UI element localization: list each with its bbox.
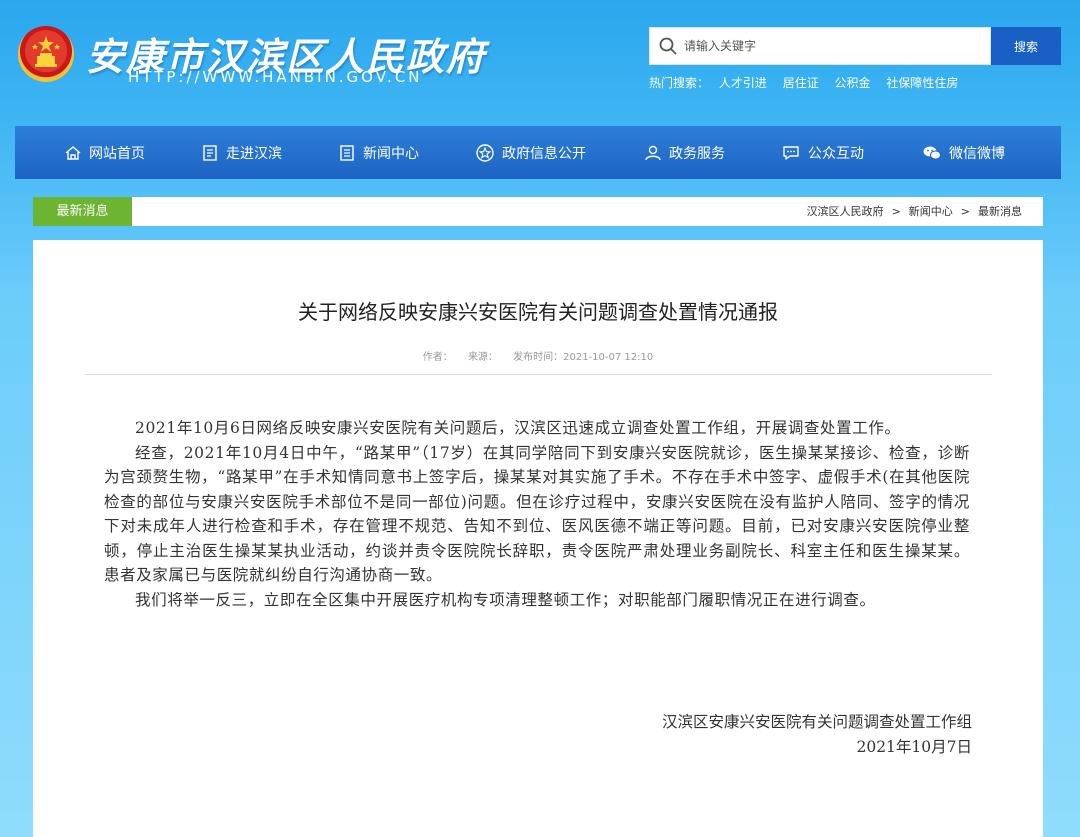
breadcrumb-separator: > — [891, 205, 901, 218]
nav-item-services[interactable]: 政务服务 — [644, 126, 725, 179]
chat-icon — [783, 145, 799, 160]
breadcrumb-link[interactable]: 新闻中心 — [909, 205, 953, 218]
nav-item-gov-info[interactable]: 政府信息公开 — [475, 126, 586, 179]
document-icon — [203, 144, 217, 161]
hot-search-link[interactable]: 人才引进 — [719, 76, 767, 90]
hot-search-link[interactable]: 公积金 — [835, 76, 871, 90]
article-title: 关于网络反映安康兴安医院有关问题调查处置情况通报 — [298, 300, 778, 324]
main-nav: 网站首页 走进汉滨 新闻中心 政府信息公开 政务服务 公众互动 微信微博 — [15, 126, 1061, 179]
article-meta: 作者： 来源： 发布时间：2021-10-07 12:10 — [33, 348, 1043, 363]
nav-label: 微信微博 — [949, 145, 1005, 162]
wechat-icon — [923, 146, 941, 159]
breadcrumb-bar: 最新消息 汉滨区人民政府 > 新闻中心 > 最新消息 — [33, 197, 1043, 226]
article-date: 发布时间：2021-10-07 12:10 — [513, 352, 654, 363]
home-icon — [65, 145, 81, 160]
article-paragraph: 我们将举一反三，立即在全区集中开展医疗机构专项清理整顿工作；对职能部门履职情况正… — [135, 590, 876, 609]
site-header: 安康市汉滨区人民政府 HTTP://WWW.HANBIN.GOV.CN 搜索 热… — [0, 0, 1080, 126]
section-tag: 最新消息 — [33, 197, 132, 226]
search-button[interactable]: 搜索 — [991, 27, 1061, 65]
hot-search: 热门搜索： 人才引进 居住证 公积金 社保障性住房 — [649, 74, 970, 91]
divider — [85, 374, 991, 375]
nav-label: 政府信息公开 — [502, 145, 586, 162]
search-box — [649, 27, 991, 65]
nav-label: 走进汉滨 — [226, 145, 282, 162]
breadcrumb: 汉滨区人民政府 > 新闻中心 > 最新消息 — [807, 197, 1022, 226]
hot-search-link[interactable]: 居住证 — [783, 76, 819, 90]
signature-date: 2021年10月7日 — [856, 737, 972, 756]
article-author: 作者： — [422, 352, 453, 363]
user-icon — [645, 145, 661, 160]
article-paragraph: 2021年10月6日网络反映安康兴安医院有关问题后，汉滨区迅速成立调查处置工作组… — [135, 419, 901, 437]
signature-org: 汉滨区安康兴安医院有关问题调查处置工作组 — [661, 713, 972, 731]
hot-search-label: 热门搜索： — [649, 76, 710, 90]
article-paragraph: 经查，2021年10月4日中午，“路某甲”（17岁）在其同学陪同下到安康兴安医院… — [104, 443, 970, 585]
breadcrumb-link[interactable]: 汉滨区人民政府 — [807, 205, 884, 218]
nav-item-about[interactable]: 走进汉滨 — [201, 126, 282, 179]
nav-label: 政务服务 — [669, 145, 725, 162]
nav-item-home[interactable]: 网站首页 — [64, 126, 145, 179]
article-source: 来源： — [467, 352, 498, 363]
breadcrumb-current[interactable]: 最新消息 — [978, 205, 1022, 218]
search-icon — [659, 37, 677, 55]
nav-label: 公众互动 — [808, 145, 864, 162]
article-panel: 关于网络反映安康兴安医院有关问题调查处置情况通报 作者： 来源： 发布时间：20… — [33, 240, 1043, 837]
site-url: HTTP://WWW.HANBIN.GOV.CN — [128, 68, 423, 86]
nav-label: 新闻中心 — [363, 145, 419, 162]
breadcrumb-separator: > — [960, 205, 970, 218]
nav-item-news[interactable]: 新闻中心 — [338, 126, 419, 179]
hot-search-link[interactable]: 社保障性住房 — [886, 76, 958, 90]
nav-item-interaction[interactable]: 公众互动 — [781, 126, 864, 179]
news-icon — [340, 144, 354, 161]
article-signature: 汉滨区安康兴安医院有关问题调查处置工作组 2021年10月7日 — [662, 710, 972, 759]
national-emblem-icon — [18, 26, 74, 82]
nav-label: 网站首页 — [89, 145, 145, 162]
nav-item-wechat-weibo[interactable]: 微信微博 — [922, 126, 1005, 179]
star-badge-icon — [476, 143, 494, 162]
search-input[interactable] — [684, 28, 984, 64]
article-body: 2021年10月6日网络反映安康兴安医院有关问题后，汉滨区迅速成立调查处置工作组… — [104, 416, 970, 612]
